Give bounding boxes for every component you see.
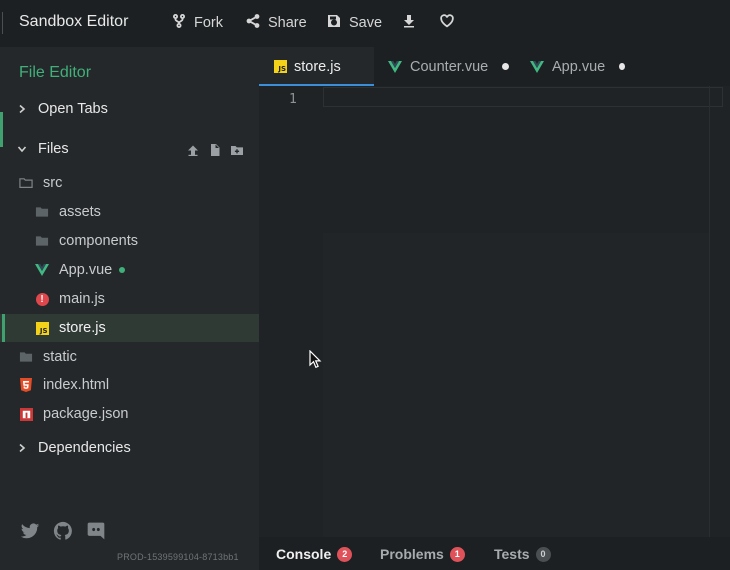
tests-count-badge: 0	[535, 546, 551, 562]
share-icon	[246, 14, 260, 32]
tree-item-package-json[interactable]: package.json	[0, 400, 259, 428]
tree-item-label: index.html	[43, 377, 110, 393]
tree-item-label: store.js	[59, 320, 106, 336]
html5-icon	[19, 378, 33, 392]
scrollbar[interactable]	[709, 86, 710, 537]
tree-item-app-vue[interactable]: App.vue	[0, 256, 259, 284]
upload-file-icon[interactable]	[186, 143, 200, 157]
tree-item-assets[interactable]: assets	[0, 198, 259, 226]
tree-item-label: App.vue	[59, 262, 113, 278]
new-folder-icon[interactable]	[230, 143, 244, 157]
social-links	[20, 521, 106, 541]
github-icon[interactable]	[53, 521, 73, 541]
npm-icon	[19, 407, 33, 421]
problems-count-badge: 1	[449, 546, 465, 562]
js-icon: JS	[35, 321, 49, 335]
download-button[interactable]	[402, 14, 416, 32]
tab-problems[interactable]: Problems 1	[380, 546, 465, 562]
share-label: Share	[268, 15, 307, 31]
tree-item-src[interactable]: src	[0, 169, 259, 197]
download-icon	[402, 14, 416, 32]
code-area-lower	[323, 233, 709, 537]
unsaved-dot	[502, 63, 510, 70]
like-button[interactable]	[440, 14, 454, 32]
sidebar: File Editor Open Tabs Files src assets c…	[0, 47, 259, 570]
problems-label: Problems	[380, 546, 444, 562]
console-label: Console	[276, 546, 332, 562]
build-id: PROD-1539599104-8713bb1	[117, 552, 239, 562]
line-gutter	[259, 86, 323, 537]
save-label: Save	[349, 15, 383, 31]
chevron-down-icon	[17, 146, 27, 153]
tests-label: Tests	[494, 546, 530, 562]
sidebar-title: File Editor	[19, 64, 92, 81]
share-button[interactable]: Share	[246, 14, 307, 32]
fork-label: Fork	[194, 15, 223, 31]
discord-icon[interactable]	[86, 521, 106, 541]
modified-dot	[119, 267, 126, 273]
tree-item-components[interactable]: components	[0, 227, 259, 255]
open-tabs-section[interactable]: Open Tabs	[17, 101, 108, 117]
tab-counter-vue[interactable]: Counter.vue	[374, 47, 515, 86]
editor-tabs: JS store.js Counter.vue App.vue	[259, 47, 730, 86]
chevron-right-icon	[19, 443, 26, 453]
tree-item-label: static	[43, 349, 77, 365]
save-icon	[327, 14, 341, 32]
selection-bar	[2, 314, 5, 342]
app-title: Sandbox Editor	[19, 13, 129, 30]
tab-label: App.vue	[552, 58, 606, 75]
code-editor: JS store.js Counter.vue App.vue 1	[259, 47, 730, 537]
tree-item-index-html[interactable]: index.html	[0, 371, 259, 399]
chevron-right-icon	[19, 104, 26, 114]
tree-item-store-js[interactable]: JS store.js	[0, 314, 259, 342]
tab-tests[interactable]: Tests 0	[494, 546, 551, 562]
bottom-panel: Console 2 Problems 1 Tests 0	[259, 537, 730, 570]
tree-item-label: package.json	[43, 406, 129, 422]
folder-open-icon	[19, 176, 33, 190]
tab-app-vue[interactable]: App.vue	[515, 47, 625, 86]
error-icon: !	[35, 292, 49, 306]
tab-label: store.js	[294, 58, 341, 75]
tree-item-main-js[interactable]: ! main.js	[0, 285, 259, 313]
line-number: 1	[289, 92, 297, 107]
dependencies-label: Dependencies	[38, 440, 131, 456]
files-label: Files	[38, 141, 69, 157]
fork-icon	[172, 13, 186, 32]
open-tabs-label: Open Tabs	[38, 101, 108, 117]
tree-item-static[interactable]: static	[0, 343, 259, 371]
dependencies-section[interactable]: Dependencies	[17, 440, 131, 456]
window-edge	[2, 12, 3, 34]
console-count-badge: 2	[337, 546, 353, 562]
top-bar: Sandbox Editor Fork Share Save	[0, 0, 730, 47]
vue-icon	[388, 60, 402, 73]
current-line-highlight	[323, 87, 723, 107]
unsaved-dot	[619, 63, 625, 70]
folder-icon	[19, 350, 33, 364]
heart-icon	[440, 14, 454, 32]
tree-item-label: assets	[59, 204, 101, 220]
folder-icon	[35, 234, 49, 248]
tree-item-label: main.js	[59, 291, 105, 307]
new-file-icon[interactable]	[208, 143, 222, 157]
vue-icon	[530, 60, 544, 73]
folder-icon	[35, 205, 49, 219]
mouse-cursor-icon	[309, 350, 322, 369]
tab-console[interactable]: Console 2	[276, 546, 353, 562]
tree-item-label: src	[43, 175, 63, 191]
twitter-icon[interactable]	[20, 521, 40, 541]
file-actions	[186, 143, 244, 157]
save-button[interactable]: Save	[327, 14, 382, 32]
files-section[interactable]: Files	[17, 141, 69, 157]
tab-store-js[interactable]: JS store.js	[259, 47, 374, 86]
tree-item-label: components	[59, 233, 138, 249]
fork-button[interactable]: Fork	[172, 13, 223, 32]
js-icon: JS	[274, 60, 287, 73]
vue-icon	[35, 263, 49, 277]
tab-label: Counter.vue	[410, 58, 489, 75]
